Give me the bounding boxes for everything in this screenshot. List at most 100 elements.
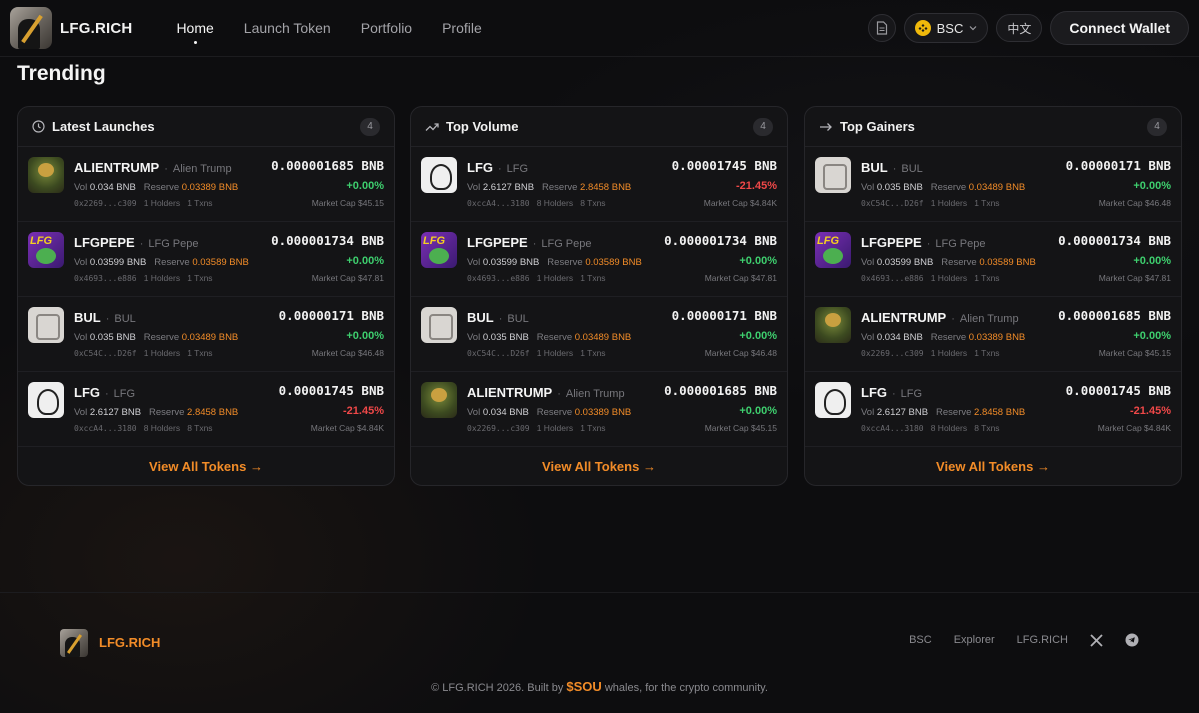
token-symbol: LFG (861, 385, 887, 400)
token-row[interactable]: ALIENTRUMP · Alien Trump Vol 0.034 BNB Rese… (18, 147, 394, 222)
token-row[interactable]: LFGPEPE · LFG Pepe Vol 0.03599 BNB Reserve … (805, 222, 1181, 297)
token-row[interactable]: BUL · BUL Vol 0.035 BNB Reserve 0.03489 BNB… (18, 297, 394, 372)
chain-selector[interactable]: BSC (903, 13, 989, 43)
contract-address[interactable]: 0x2269...c309 (74, 199, 137, 208)
contract-address[interactable]: 0xC54C...D26f (467, 349, 530, 358)
footer-link-lfg-rich[interactable]: LFG.RICH (1017, 634, 1068, 646)
separator-dot: · (951, 313, 955, 325)
view-all-tokens-link[interactable]: View All Tokens → (805, 447, 1181, 485)
token-avatar (421, 157, 457, 193)
vol-label: Vol (861, 257, 875, 268)
token-stats: Vol 0.034 BNB Reserve 0.03389 BNB (74, 182, 274, 193)
token-row[interactable]: LFG · LFG Vol 2.6127 BNB Reserve 2.8458 BNB… (18, 372, 394, 447)
token-name-line: BUL · BUL (861, 160, 1061, 175)
token-row[interactable]: BUL · BUL Vol 0.035 BNB Reserve 0.03489 BNB… (805, 147, 1181, 222)
token-meta: 0xC54C...D26f 1 Holders 1 Txns (861, 198, 1061, 208)
contract-address[interactable]: 0x4693...e886 (861, 274, 924, 283)
contract-address[interactable]: 0xC54C...D26f (74, 349, 137, 358)
holders-count: 8 Holders (536, 198, 574, 208)
token-price: 0.00001745 BNB (278, 383, 384, 398)
token-meta: 0xC54C...D26f 1 Holders 1 Txns (467, 348, 667, 358)
price-change: -21.45% (343, 405, 384, 417)
holders-count: 1 Holders (143, 348, 181, 358)
contract-address[interactable]: 0x2269...c309 (861, 349, 924, 358)
market-cap: Market Cap $4.84K (310, 423, 384, 433)
token-row[interactable]: BUL · BUL Vol 0.035 BNB Reserve 0.03489 BNB… (411, 297, 787, 372)
view-all-tokens-link[interactable]: View All Tokens → (411, 447, 787, 485)
token-row[interactable]: LFGPEPE · LFG Pepe Vol 0.03599 BNB Reserve … (411, 222, 787, 297)
token-row[interactable]: ALIENTRUMP · Alien Trump Vol 0.034 BNB Rese… (805, 297, 1181, 372)
footer-link-bsc[interactable]: BSC (909, 634, 932, 646)
contract-address[interactable]: 0xccA4...3180 (74, 424, 137, 433)
contract-address[interactable]: 0xccA4...3180 (861, 424, 924, 433)
token-symbol: BUL (74, 310, 101, 325)
nav-profile[interactable]: Profile (442, 20, 482, 36)
token-info: BUL · BUL Vol 0.035 BNB Reserve 0.03489 BNB… (74, 310, 274, 358)
vol-label: Vol (861, 332, 875, 343)
count-badge: 4 (360, 117, 380, 136)
footer-link-explorer[interactable]: Explorer (954, 634, 995, 646)
token-row[interactable]: LFG · LFG Vol 2.6127 BNB Reserve 2.8458 BNB… (805, 372, 1181, 447)
token-symbol: BUL (861, 160, 888, 175)
token-stats: Vol 0.035 BNB Reserve 0.03489 BNB (74, 332, 274, 343)
token-avatar (815, 382, 851, 418)
language-toggle[interactable]: 中文 (996, 14, 1043, 42)
token-stats: Vol 0.03599 BNB Reserve 0.03589 BNB (74, 257, 274, 268)
token-meta: 0x2269...c309 1 Holders 1 Txns (74, 198, 274, 208)
token-price-block: 0.00000171 BNB +0.00% Market Cap $46.48 (672, 308, 777, 358)
chevron-down-icon (969, 26, 977, 31)
token-full-name: BUL (507, 313, 529, 325)
token-stats: Vol 2.6127 BNB Reserve 2.8458 BNB (74, 407, 274, 418)
token-price: 0.00000171 BNB (278, 308, 384, 323)
footer-logo[interactable] (60, 629, 88, 657)
bnb-icon (914, 20, 931, 36)
token-row[interactable]: LFGPEPE · LFG Pepe Vol 0.03599 BNB Reserve … (18, 222, 394, 297)
price-change: +0.00% (1133, 330, 1171, 342)
card-header: Latest Launches 4 (18, 107, 394, 147)
vol-value: 0.034 BNB (482, 407, 529, 418)
contract-address[interactable]: 0xccA4...3180 (467, 199, 530, 208)
txns-count: 1 Txns (974, 348, 1000, 358)
token-name-line: ALIENTRUMP · Alien Trump (467, 385, 667, 400)
holders-count: 8 Holders (930, 423, 968, 433)
holders-count: 1 Holders (536, 273, 574, 283)
market-cap: Market Cap $46.48 (311, 348, 384, 358)
token-name-line: LFG · LFG (74, 385, 274, 400)
contract-address[interactable]: 0x2269...c309 (467, 424, 530, 433)
token-list: BUL · BUL Vol 0.035 BNB Reserve 0.03489 BNB… (805, 147, 1181, 447)
docs-button[interactable] (867, 14, 896, 42)
nav-portfolio[interactable]: Portfolio (361, 20, 412, 36)
token-stats: Vol 0.035 BNB Reserve 0.03489 BNB (467, 332, 667, 343)
contract-address[interactable]: 0xC54C...D26f (861, 199, 924, 208)
copyright-token[interactable]: $SOU (566, 679, 601, 694)
vol-value: 0.035 BNB (876, 182, 923, 193)
x-twitter-icon[interactable] (1090, 633, 1103, 647)
holders-count: 1 Holders (930, 273, 968, 283)
view-all-tokens-link[interactable]: View All Tokens → (18, 447, 394, 485)
token-full-name: Alien Trump (565, 388, 625, 400)
token-stats: Vol 0.035 BNB Reserve 0.03489 BNB (861, 182, 1061, 193)
contract-address[interactable]: 0x4693...e886 (467, 274, 530, 283)
token-row[interactable]: ALIENTRUMP · Alien Trump Vol 0.034 BNB Rese… (411, 372, 787, 447)
token-list: ALIENTRUMP · Alien Trump Vol 0.034 BNB Rese… (18, 147, 394, 447)
vol-label: Vol (861, 182, 875, 193)
token-info: BUL · BUL Vol 0.035 BNB Reserve 0.03489 BNB… (467, 310, 667, 358)
token-price: 0.000001685 BNB (271, 158, 384, 173)
connect-wallet-button[interactable]: Connect Wallet (1050, 11, 1189, 45)
footer-brand[interactable]: LFG.RICH (99, 635, 160, 650)
token-name-line: BUL · BUL (467, 310, 667, 325)
nav-launch-token[interactable]: Launch Token (244, 20, 331, 36)
reserve-label: Reserve (941, 257, 977, 268)
token-row[interactable]: LFG · LFG Vol 2.6127 BNB Reserve 2.8458 BNB… (411, 147, 787, 222)
token-info: ALIENTRUMP · Alien Trump Vol 0.034 BNB Rese… (74, 160, 274, 208)
reserve-label: Reserve (143, 182, 180, 193)
reserve-label: Reserve (936, 407, 972, 418)
telegram-icon[interactable] (1125, 633, 1139, 647)
vol-label: Vol (74, 332, 88, 343)
token-meta: 0xccA4...3180 8 Holders 8 Txns (467, 198, 667, 208)
market-cap: Market Cap $4.84K (1097, 423, 1171, 433)
brand-logo[interactable] (10, 7, 52, 49)
brand-name[interactable]: LFG.RICH (60, 20, 132, 37)
contract-address[interactable]: 0x4693...e886 (74, 274, 137, 283)
nav-home[interactable]: Home (176, 20, 214, 44)
